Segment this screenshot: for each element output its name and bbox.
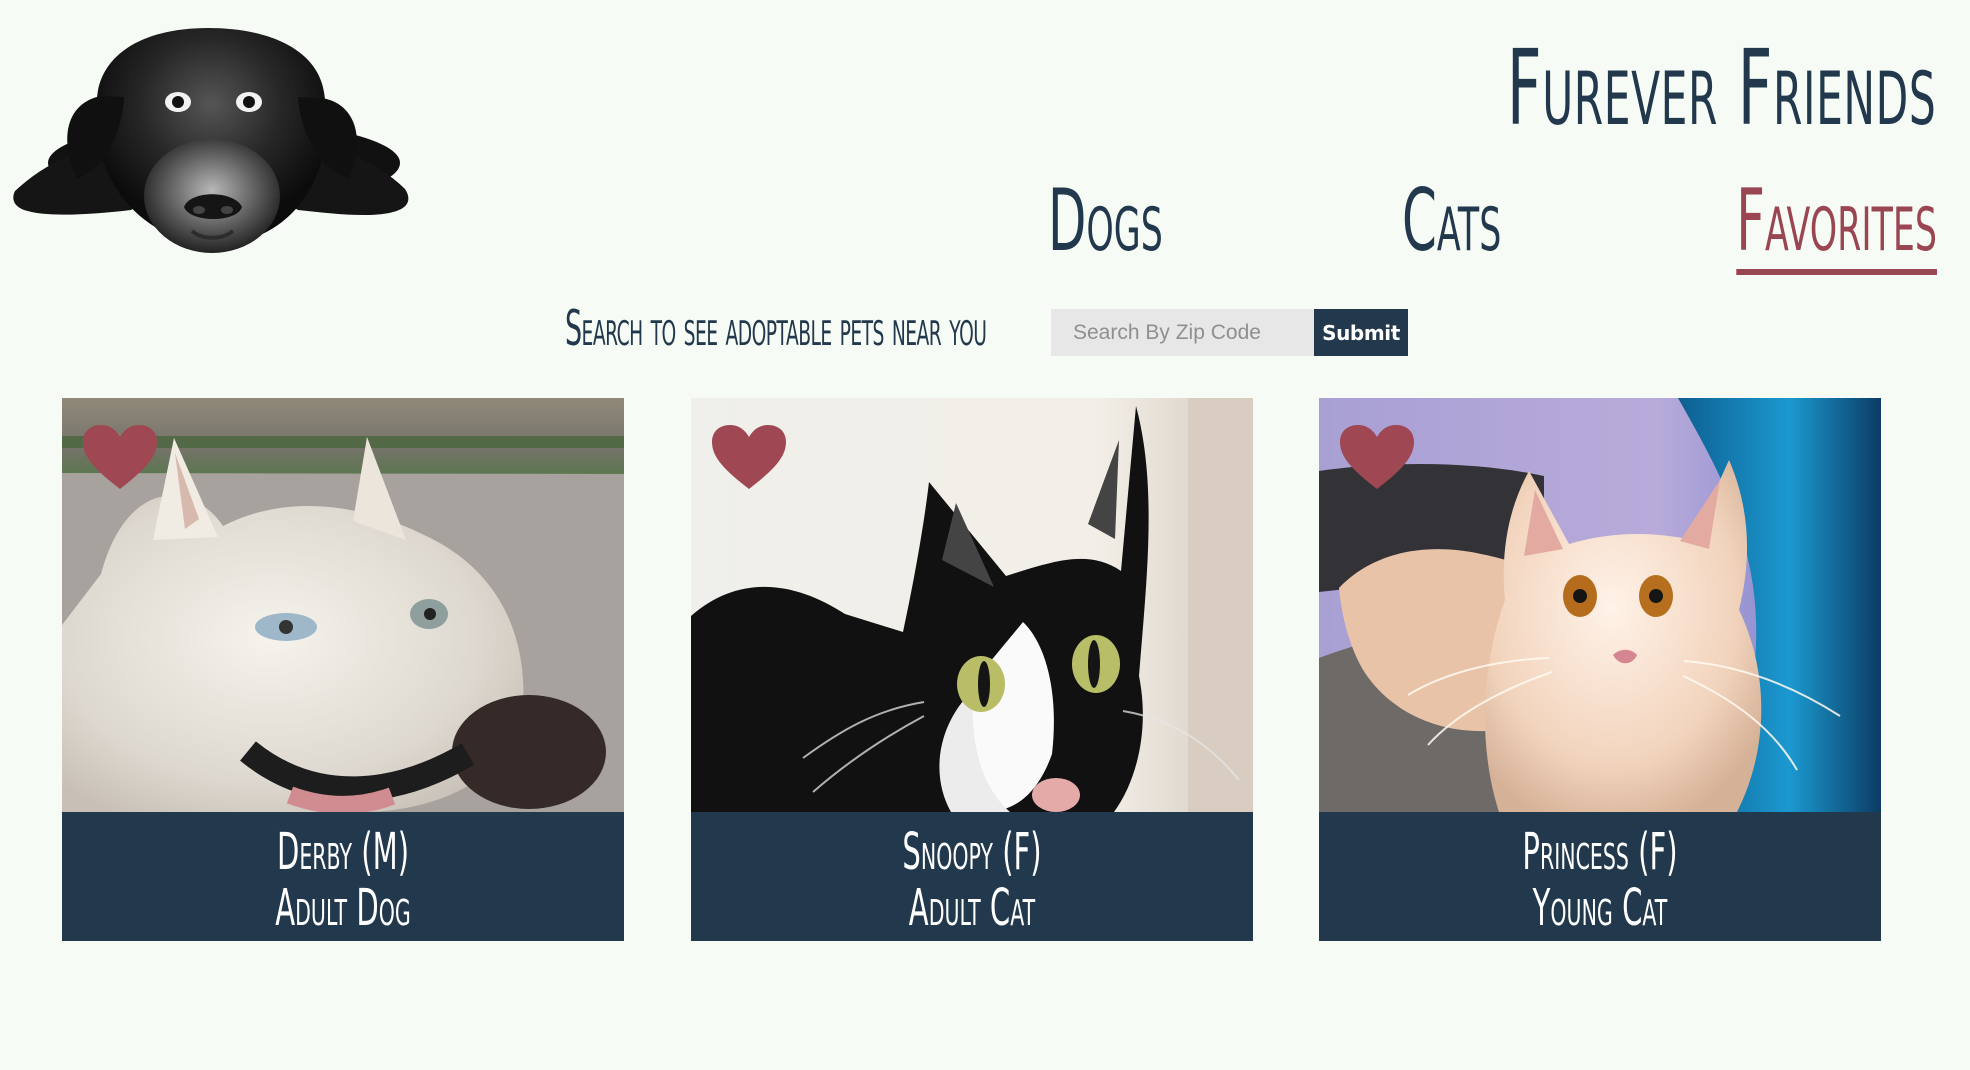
site-title: Furever Friends [1506, 27, 1936, 149]
pet-caption: Snoopy (F) Adult Cat [691, 812, 1253, 941]
pet-name-sex: Princess (F) [1522, 823, 1678, 882]
pet-card-snoopy[interactable]: Snoopy (F) Adult Cat [691, 398, 1253, 941]
nav-link-dogs[interactable]: Dogs [1048, 178, 1163, 264]
pet-card-princess[interactable]: Princess (F) Young Cat [1319, 398, 1881, 941]
heart-icon[interactable] [1339, 424, 1415, 490]
zip-code-search-input[interactable] [1051, 309, 1315, 356]
nav-link-cats[interactable]: Cats [1402, 178, 1501, 264]
nav-link-favorites[interactable]: Favorites [1736, 178, 1937, 275]
pet-age-type: Young Cat [1532, 879, 1668, 938]
pet-card-derby[interactable]: Derby (M) Adult Dog [62, 398, 624, 941]
search-label: Search to see adoptable pets near you [565, 300, 987, 357]
heart-icon[interactable] [711, 424, 787, 490]
pet-caption: Derby (M) Adult Dog [62, 812, 624, 941]
pet-name-sex: Snoopy (F) [902, 823, 1042, 882]
pet-age-type: Adult Cat [908, 879, 1036, 938]
pet-name-sex: Derby (M) [276, 823, 410, 882]
pet-age-type: Adult Dog [275, 879, 411, 938]
page: Furever Friends Dogs Cats Favorites Sear… [0, 0, 1970, 1070]
submit-button[interactable]: Submit [1314, 309, 1408, 356]
black-dog-logo[interactable] [6, 20, 416, 255]
heart-icon[interactable] [82, 424, 158, 490]
pet-caption: Princess (F) Young Cat [1319, 812, 1881, 941]
